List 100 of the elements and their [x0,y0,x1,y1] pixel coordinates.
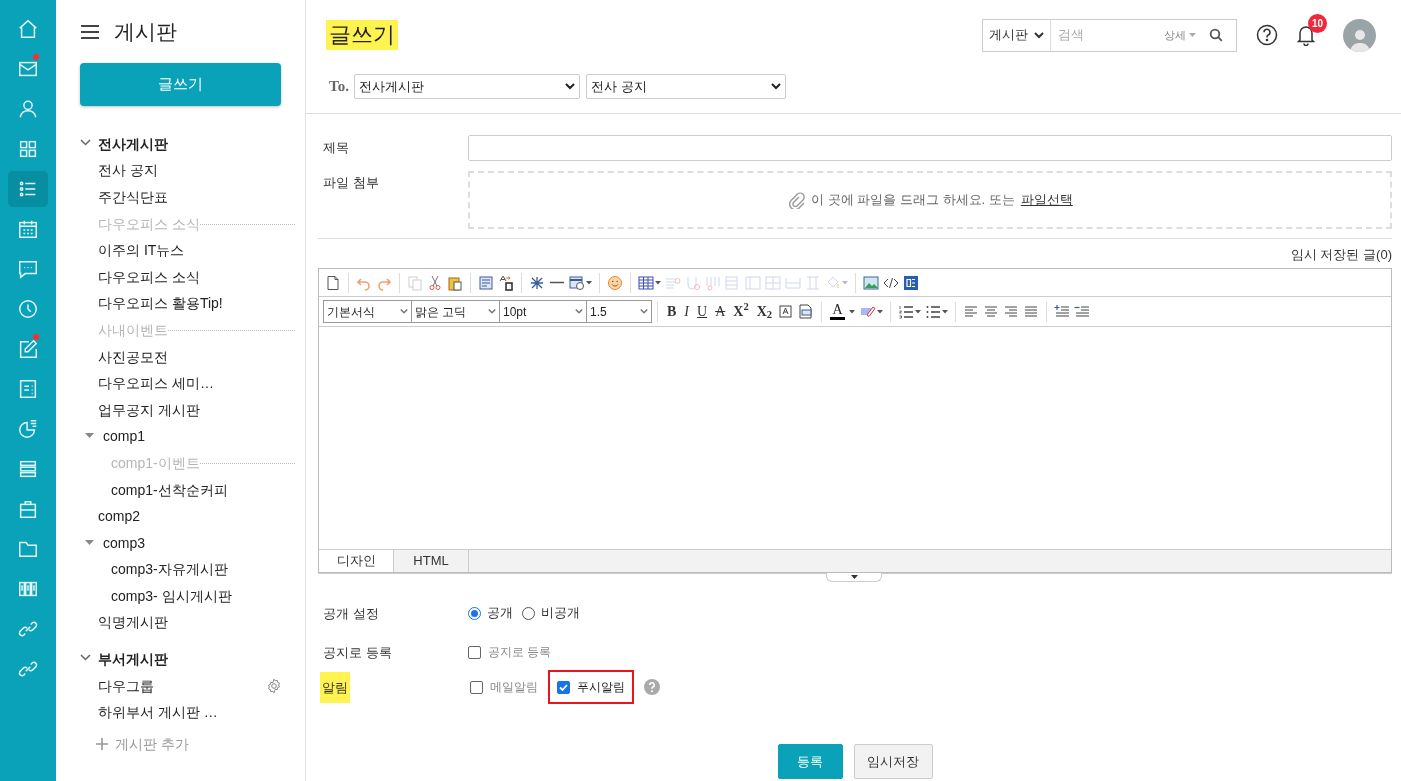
checkbox-option[interactable]: 메일알림 [468,670,540,704]
table-cell-icon [725,274,741,291]
format-button[interactable]: B [663,304,681,319]
category-label: comp1-이벤트 [111,453,200,473]
css-icon [798,303,814,320]
format-button[interactable]: A [711,304,730,319]
caret-icon [586,280,592,285]
help-icon[interactable] [1256,24,1278,46]
board-select[interactable]: 전사 공지 [585,74,786,99]
user-icon [17,98,39,120]
format-button[interactable]: X$_{2}$ [752,304,776,319]
board-link[interactable]: 다우오피스 세미… [98,373,214,395]
replace-icon [498,274,514,291]
asterisk-icon [529,274,545,291]
chevron-down-icon [1034,31,1044,39]
chevron-down-icon [770,83,781,90]
board-group-link[interactable]: comp3 [103,532,146,554]
file-select-link[interactable]: 파일선택 [1020,190,1073,210]
saved-drafts-link[interactable]: 임시 저장된 글(0) [1290,245,1392,263]
square-logo-icon [903,274,919,291]
board-select[interactable]: 전사게시판 [353,74,580,99]
save-draft-button[interactable]: 임시저장 [853,744,933,779]
board-link[interactable]: 익명게시판 [98,612,168,634]
indent-icon [1054,303,1070,320]
to-label: To. [329,77,349,97]
document-icon [17,378,39,400]
numbered-list-icon [898,303,914,320]
settings-icon[interactable] [266,678,282,695]
sidebar-title: 게시판 [114,19,177,46]
home-icon [17,18,39,40]
new-document-icon [325,274,341,291]
radio-option[interactable]: 비공개 [522,603,580,623]
table-column-insert-icon [805,274,821,291]
format-button[interactable]: X$^{2}$ [729,304,753,319]
avatar[interactable] [1343,18,1376,52]
checkbox-option[interactable]: 공지로 등록 [468,643,552,661]
format-button[interactable]: U [693,304,712,319]
board-link[interactable]: 업무공지 게시판 [98,399,200,421]
field-label: 제목 [322,139,350,158]
field-label: 파일 첨부 [322,174,380,192]
paste-icon [447,274,463,291]
caret-icon [877,309,883,314]
subject-field[interactable] [468,135,1392,161]
field-label: 공지로 등록 [323,645,392,660]
menu-icon[interactable] [80,24,100,40]
briefcase-icon [17,498,39,520]
editor-tab[interactable]: 디자인 [319,550,394,572]
board-link[interactable]: 다우오피스 소식 [98,266,200,288]
notification-badge: 10 [1308,14,1327,33]
find-icon [478,274,494,291]
board-link[interactable]: comp3-자유게시판 [111,559,228,581]
calendar-icon [17,218,39,240]
radio-option[interactable]: 공개 [468,603,513,623]
category-label: 다우오피스 소식 [98,214,200,234]
clock-icon [17,298,39,320]
nav-button[interactable] [8,171,48,207]
search-icon[interactable] [1209,28,1223,42]
board-link[interactable]: comp1-선착순커피 [111,479,228,501]
bulleted-list-icon [925,303,941,320]
caret-icon [915,309,921,314]
board-link[interactable]: comp3- 임시게시판 [111,585,232,607]
format-button[interactable]: I [680,304,693,319]
align-right-icon [1003,303,1019,320]
board-group-link[interactable]: comp1 [103,426,146,448]
chart-icon [17,418,39,440]
align-center-icon [983,303,999,320]
table-split-icon [705,274,721,291]
board-link[interactable]: 사진공모전 [98,346,168,368]
triangle-icon[interactable] [85,538,94,548]
align-left-icon [963,303,979,320]
file-drop-zone[interactable]: 이 곳에 파일을 드래그 하세요. 또는 파일선택 [468,171,1392,229]
detail-search-button[interactable]: 상세 [1164,26,1196,44]
plus-icon [96,738,108,751]
field-label: 알림 [320,672,350,703]
scope-select[interactable]: 게시판 [983,19,1051,51]
cut-icon [427,274,443,291]
board-link[interactable]: 전사 공지 [98,160,158,182]
notifications-button[interactable]: 10 [1296,14,1327,46]
section-header[interactable]: 부서게시판 [98,649,168,671]
calendar-clock-icon [569,274,585,291]
edit-icon [17,338,39,360]
image-icon [863,274,879,291]
table-merge-icon [685,274,701,291]
caret-icon [849,309,855,314]
section-header[interactable]: 전사게시판 [98,133,168,155]
search-field[interactable]: 검색 [1058,25,1158,45]
text-box-icon [778,303,794,320]
resize-handle[interactable] [826,573,882,582]
board-link[interactable]: 하위부서 게시판 … [98,702,218,724]
board-link[interactable]: 다우오피스 활용Tip! [98,293,223,315]
text-color-button[interactable]: A [827,303,858,320]
board-link[interactable]: 다우그룹 [98,675,154,697]
table-column-icon [745,274,761,291]
board-link[interactable]: 주간식단표 [98,187,168,208]
chevron-down-icon [564,83,575,90]
board-link[interactable]: comp2 [98,506,141,528]
board-link[interactable]: 이주의 IT뉴스 [98,240,185,262]
caret-icon [850,575,858,579]
caret-icon [842,280,848,285]
checkbox-option[interactable]: 푸시알림 [548,670,634,704]
